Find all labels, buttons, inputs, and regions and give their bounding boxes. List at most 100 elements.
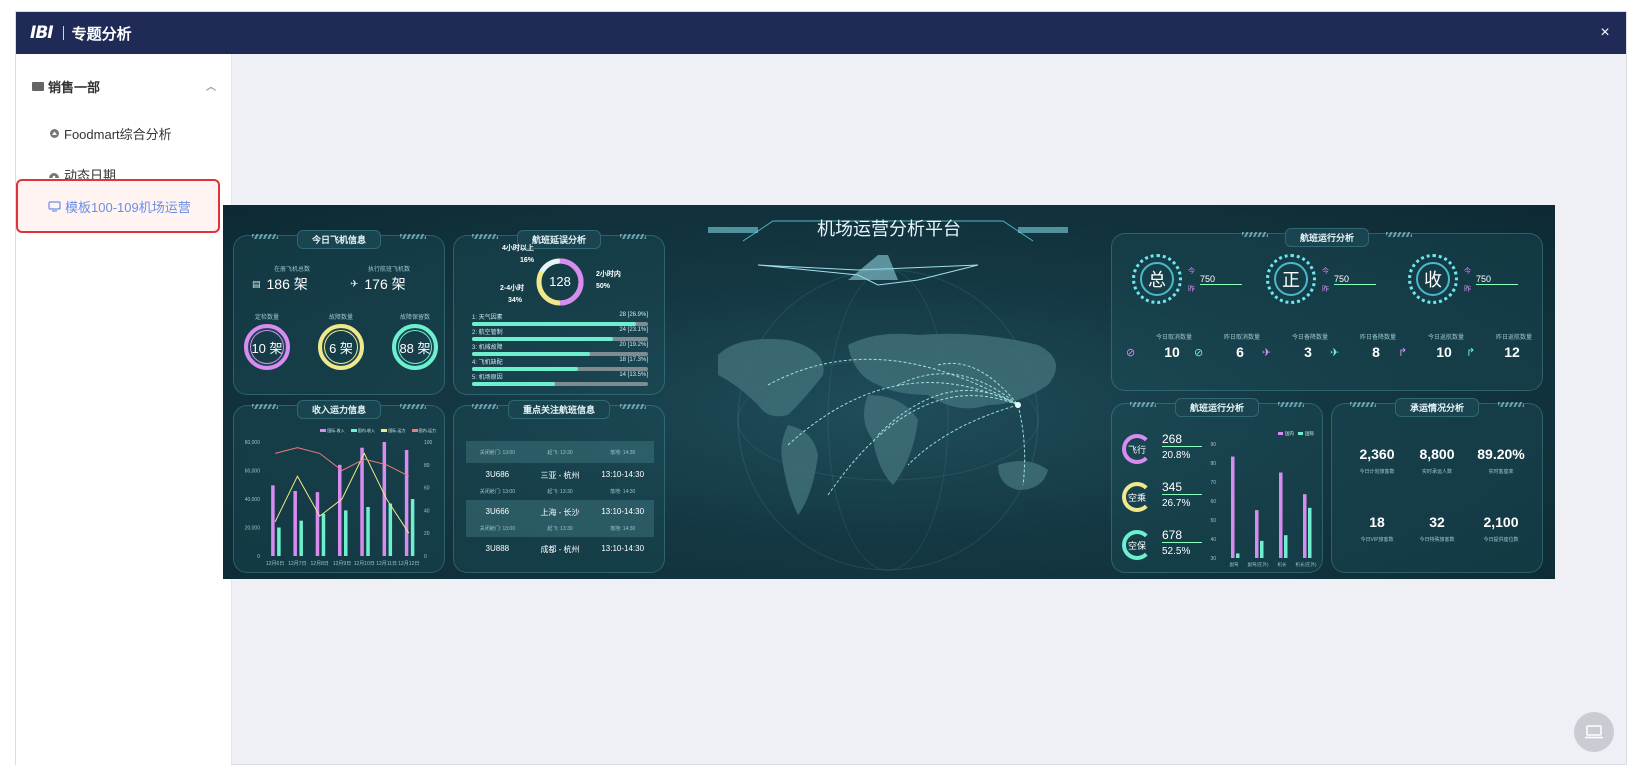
in-service-value: 186 架: [266, 276, 308, 292]
reason-label: 4: 飞机缺配: [472, 360, 503, 366]
y-tick-label: 60: [1210, 499, 1216, 505]
revenue-chart: 80,000 60,000 40,000 20,000 0 100 80 60 40 20 0 12月…: [245, 440, 433, 567]
app-window: IBI 专题分析 × 销售一部 ︿ Foodmart综合分析 动态日期 模板10…: [15, 11, 1627, 766]
revenue-bar: [382, 442, 387, 556]
plane-icon: ✈: [1330, 346, 1340, 359]
ring-label: 故障保留数: [400, 315, 431, 321]
ops-count-item: 今日返航数量 ↱ 10: [1398, 332, 1464, 360]
revenue-bar: [366, 506, 370, 556]
crew-ring: 空保: [1122, 530, 1152, 560]
decor-stripe: [1130, 402, 1156, 407]
y-tick-label: 40: [1210, 537, 1216, 543]
segment-label: 2-4小时: [500, 285, 525, 292]
inspection-ring: 10 架: [244, 324, 290, 370]
legend-item: 国际-收入: [320, 428, 345, 434]
sidebar-item-airport-template[interactable]: 模板100-109机场运营: [16, 179, 220, 233]
reason-value: 20 [19.2%]: [619, 342, 648, 348]
delay-reason-row: 4: 飞机缺配 18 [17.3%]: [472, 357, 648, 371]
sidebar-item-label: 模板100-109机场运营: [65, 200, 191, 215]
delay-reason-row: 1: 天气因素 28 [26.9%]: [472, 312, 648, 326]
revenue-bar: [271, 485, 275, 556]
decor-stripe: [620, 404, 646, 409]
revenue-bar: [404, 449, 409, 556]
revenue-legend: 国际-收入 国内-收入 国际-运力 国内-运力: [320, 428, 436, 434]
x-tick-label: 12月12日: [398, 561, 419, 567]
ring-label: 故障数量: [328, 315, 353, 321]
stat-vip: 18 今日VIP旅客数: [1360, 514, 1394, 543]
screen-toggle-button[interactable]: [1574, 712, 1614, 752]
document-icon: ▤: [252, 278, 261, 289]
panel-flight-ops: 航班运行分析 总 今 昨 750 正 今 昨 750 收 今 昨 750 今日取…: [1111, 228, 1543, 391]
x-tick-label: 12月7日: [288, 561, 306, 567]
table-row[interactable]: 3U666 上海 - 长沙 13:10-14:30 关闭舱门: 13:00 起飞: 1…: [466, 500, 654, 537]
reason-value: 24 [23.1%]: [619, 327, 648, 333]
crew-item: 飞行 268 20.8%: [1122, 428, 1212, 468]
close-button[interactable]: ×: [1596, 24, 1614, 42]
crew-ring: 空乘: [1122, 482, 1152, 512]
legend-item: 国际-运力: [381, 428, 406, 434]
app-logo: IBI: [30, 23, 54, 43]
panel-title: 航班运行分析: [1284, 228, 1370, 247]
reason-track: [472, 352, 648, 356]
crew-pct: 20.8%: [1162, 450, 1191, 461]
legend-swatch: [1278, 432, 1283, 435]
ops-count-item: 今日备降数量 ✈ 3: [1262, 332, 1328, 360]
crew-value: 345: [1162, 480, 1202, 495]
table-row[interactable]: 3U686 三亚 - 杭州 13:10-14:30 关闭舱门: 13:00 起飞: 1…: [466, 463, 654, 500]
capacity-line-red: [275, 447, 410, 477]
x-tick-label: 12月8日: [311, 561, 329, 567]
y-tick-label: 20,000: [245, 526, 261, 532]
stat-load-factor: 89.20% 实时客座率: [1477, 446, 1525, 475]
reason-track: [472, 367, 648, 371]
x-tick-label: 副驾: [1230, 561, 1239, 568]
table-row[interactable]: 3U888 成都 - 杭州 13:10-14:30: [466, 537, 654, 559]
y-tick-label: 40,000: [245, 497, 261, 503]
sidebar-folder-sales-dept-1[interactable]: 销售一部 ︿: [32, 74, 216, 98]
panel-title: 承运情况分析: [1394, 398, 1480, 417]
y-tick-label: 80: [1210, 461, 1216, 467]
reason-track: [472, 322, 648, 326]
segment-pct: 16%: [520, 257, 535, 264]
ring-label: 定检数量: [254, 315, 279, 321]
return-icon: ↱: [1398, 346, 1408, 359]
title-bar: IBI 专题分析 ×: [16, 12, 1626, 54]
legend-item: 国内-收入: [350, 428, 375, 434]
reason-fill: [472, 367, 578, 371]
airport-dashboard: 机场运营分析平台 今日飞机信息 在册飞机总数 ▤ 186 架 执行航班飞机数 ✈…: [223, 205, 1555, 579]
revenue-bar: [388, 503, 393, 556]
legend-swatch: [1298, 432, 1303, 435]
crew-bar: [1303, 494, 1307, 558]
stat-seats: 2,100 今日提供座位数: [1483, 514, 1519, 543]
ops-count-item: 今日取消数量 ⊘ 10: [1126, 332, 1192, 360]
y2-tick-label: 60: [424, 486, 430, 492]
count-value: 3: [1304, 344, 1312, 360]
plane-icon: ✈: [350, 278, 359, 290]
plane-icon: ✈: [1262, 346, 1272, 359]
sidebar-item-foodmart[interactable]: Foodmart综合分析: [48, 121, 172, 145]
crew-bar: [1260, 540, 1264, 558]
y-tick-label: 0: [257, 554, 260, 560]
sidebar-item-label: Foodmart综合分析: [64, 126, 172, 142]
decor-stripe: [252, 234, 278, 239]
chevron-up-icon[interactable]: ︿: [206, 78, 216, 93]
reason-label: 3: 机械故障: [472, 345, 503, 351]
crew-pct: 52.5%: [1162, 546, 1191, 557]
reason-fill: [472, 322, 636, 326]
sidebar-folder-label: 销售一部: [48, 79, 101, 95]
y2-tick-label: 80: [424, 463, 430, 469]
world-map: [718, 255, 1056, 571]
decor-stripe: [472, 404, 498, 409]
yesterday-label: 昨: [1322, 286, 1329, 293]
crew-bar: [1279, 472, 1283, 558]
flying-label: 执行航班飞机数: [368, 267, 411, 273]
reason-label: 5: 机场原因: [472, 375, 503, 381]
decor-stripe: [252, 404, 278, 409]
table-row[interactable]: 关闭舱门: 13:00 起飞: 13:30 落地: 14:30: [466, 441, 654, 463]
normal-dial: 正: [1266, 254, 1316, 304]
dial-value: 750: [1334, 274, 1376, 285]
panel-title: 今日飞机信息: [296, 230, 382, 249]
crew-bar: [1231, 456, 1235, 558]
panel-title: 重点关注航班信息: [507, 400, 611, 419]
today-label: 今: [1322, 268, 1329, 275]
stat-carried-passengers: 8,800 实时承运人数: [1419, 446, 1455, 475]
